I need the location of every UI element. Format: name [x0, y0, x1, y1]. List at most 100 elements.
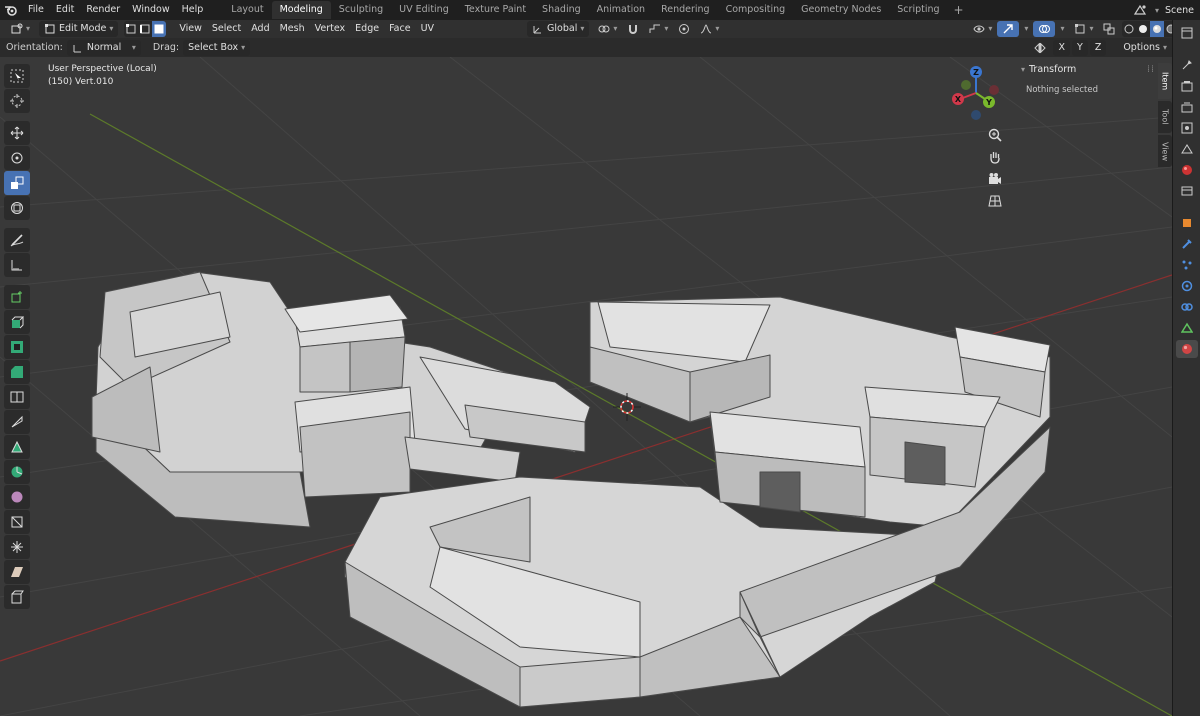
- drag-dropdown[interactable]: Select Box ▾: [183, 39, 251, 56]
- tab-sculpting[interactable]: Sculpting: [331, 1, 391, 19]
- tool-properties-icon[interactable]: [1176, 56, 1198, 74]
- face-select-icon[interactable]: [152, 21, 167, 37]
- output-properties-icon[interactable]: [1176, 98, 1198, 116]
- shear-tool-icon[interactable]: [4, 560, 30, 584]
- tab-rendering[interactable]: Rendering: [653, 1, 718, 19]
- transform-orientation-dropdown[interactable]: Global ▾: [527, 21, 590, 37]
- spin-tool-icon[interactable]: [4, 460, 30, 484]
- zoom-icon[interactable]: [984, 125, 1006, 145]
- header-menu-mesh[interactable]: Mesh: [275, 21, 310, 37]
- scene-selector[interactable]: ▾ Scene: [1131, 0, 1194, 20]
- show-gizmo-toggle[interactable]: [997, 21, 1020, 37]
- rip-region-tool-icon[interactable]: [4, 585, 30, 609]
- xray-toggle[interactable]: [1098, 21, 1120, 37]
- tab-scripting[interactable]: Scripting: [889, 1, 947, 19]
- tab-item[interactable]: Item: [1158, 63, 1172, 99]
- wireframe-shading-icon[interactable]: [1122, 21, 1136, 37]
- solid-shading-icon[interactable]: [1136, 21, 1150, 37]
- proportional-edit-toggle[interactable]: [673, 21, 695, 37]
- header-menu-uv[interactable]: UV: [416, 21, 439, 37]
- collection-properties-icon[interactable]: [1176, 182, 1198, 200]
- annotate-tool-icon[interactable]: [4, 228, 30, 252]
- inset-tool-icon[interactable]: [4, 335, 30, 359]
- transform-panel-header[interactable]: ▾ Transform ⁞⁞: [1021, 60, 1155, 78]
- editor-type-button[interactable]: ▾: [6, 21, 35, 37]
- rotate-tool-icon[interactable]: [4, 146, 30, 170]
- menu-render[interactable]: Render: [80, 0, 126, 20]
- mode-selector[interactable]: Edit Mode ▾: [39, 21, 119, 37]
- header-menu-view[interactable]: View: [174, 21, 207, 37]
- material-properties-icon[interactable]: [1176, 340, 1198, 358]
- drag-handle-icon[interactable]: ⁞⁞: [1147, 64, 1155, 75]
- perspective-toggle-icon[interactable]: [984, 191, 1006, 211]
- measure-tool-icon[interactable]: [4, 253, 30, 277]
- knife-tool-icon[interactable]: [4, 410, 30, 434]
- tab-shading[interactable]: Shading: [534, 1, 589, 19]
- header-menu-add[interactable]: Add: [246, 21, 274, 37]
- properties-editor-icon[interactable]: [1176, 24, 1198, 42]
- header-menu-select[interactable]: Select: [207, 21, 246, 37]
- tab-geometry-nodes[interactable]: Geometry Nodes: [793, 1, 889, 19]
- particles-properties-icon[interactable]: [1176, 256, 1198, 274]
- transform-tool-icon[interactable]: [4, 196, 30, 220]
- menu-edit[interactable]: Edit: [50, 0, 80, 20]
- orientation-dropdown[interactable]: Normal ▾: [66, 39, 141, 56]
- mesh-edit-overlays-button[interactable]: ▾: [1069, 21, 1098, 37]
- edge-select-icon[interactable]: [138, 21, 152, 37]
- tab-animation[interactable]: Animation: [589, 1, 653, 19]
- mirror-z-toggle[interactable]: Z: [1089, 39, 1107, 56]
- extrude-tool-icon[interactable]: [4, 310, 30, 334]
- header-menu-vertex[interactable]: Vertex: [310, 21, 351, 37]
- loop-cut-tool-icon[interactable]: [4, 385, 30, 409]
- select-box-tool-icon[interactable]: [4, 64, 30, 88]
- header-menu-edge[interactable]: Edge: [350, 21, 384, 37]
- physics-properties-icon[interactable]: [1176, 277, 1198, 295]
- render-properties-icon[interactable]: [1176, 77, 1198, 95]
- tab-view[interactable]: View: [1158, 135, 1172, 167]
- camera-view-icon[interactable]: [984, 169, 1006, 189]
- show-overlays-toggle[interactable]: [1033, 21, 1056, 37]
- move-tool-icon[interactable]: [4, 121, 30, 145]
- tab-tool[interactable]: Tool: [1158, 101, 1172, 133]
- scene-properties-icon[interactable]: [1176, 140, 1198, 158]
- mirror-x-toggle[interactable]: X: [1053, 39, 1070, 56]
- mirror-y-toggle[interactable]: Y: [1072, 39, 1088, 56]
- cursor-tool-icon[interactable]: [4, 89, 30, 113]
- constraints-properties-icon[interactable]: [1176, 298, 1198, 316]
- snap-target-dropdown[interactable]: ▾: [644, 21, 673, 37]
- material-preview-icon[interactable]: [1150, 21, 1165, 37]
- blender-logo-icon[interactable]: [0, 0, 22, 20]
- poly-build-tool-icon[interactable]: [4, 435, 30, 459]
- menu-file[interactable]: File: [22, 0, 50, 20]
- 3d-viewport[interactable]: User Perspective (Local) (150) Vert.010: [0, 57, 1172, 716]
- tab-layout[interactable]: Layout: [223, 1, 271, 19]
- view-layer-properties-icon[interactable]: [1176, 119, 1198, 137]
- view-object-types-dropdown[interactable]: ▾: [968, 21, 997, 37]
- options-dropdown[interactable]: Options ▾: [1118, 40, 1172, 56]
- tab-compositing[interactable]: Compositing: [718, 1, 794, 19]
- smooth-tool-icon[interactable]: [4, 485, 30, 509]
- gizmo-dropdown[interactable]: ▾: [1019, 21, 1033, 37]
- tab-uv-editing[interactable]: UV Editing: [391, 1, 457, 19]
- scale-tool-icon[interactable]: [4, 171, 30, 195]
- overlays-dropdown[interactable]: ▾: [1055, 21, 1069, 37]
- add-workspace-button[interactable]: +: [948, 3, 970, 17]
- tab-texture-paint[interactable]: Texture Paint: [457, 1, 534, 19]
- snap-toggle[interactable]: [622, 21, 644, 37]
- menu-help[interactable]: Help: [176, 0, 210, 20]
- edge-slide-tool-icon[interactable]: [4, 510, 30, 534]
- shrink-fatten-tool-icon[interactable]: [4, 535, 30, 559]
- bevel-tool-icon[interactable]: [4, 360, 30, 384]
- vertex-select-icon[interactable]: [124, 21, 138, 37]
- proportional-falloff-dropdown[interactable]: ▾: [695, 21, 724, 37]
- tab-modeling[interactable]: Modeling: [271, 1, 331, 19]
- header-menu-face[interactable]: Face: [384, 21, 415, 37]
- data-properties-icon[interactable]: [1176, 319, 1198, 337]
- modifier-properties-icon[interactable]: [1176, 235, 1198, 253]
- object-properties-icon[interactable]: [1176, 214, 1198, 232]
- mirror-icon[interactable]: [1029, 40, 1051, 56]
- add-cube-tool-icon[interactable]: [4, 285, 30, 309]
- menu-window[interactable]: Window: [126, 0, 175, 20]
- world-properties-icon[interactable]: [1176, 161, 1198, 179]
- pivot-point-dropdown[interactable]: ▾: [593, 21, 622, 37]
